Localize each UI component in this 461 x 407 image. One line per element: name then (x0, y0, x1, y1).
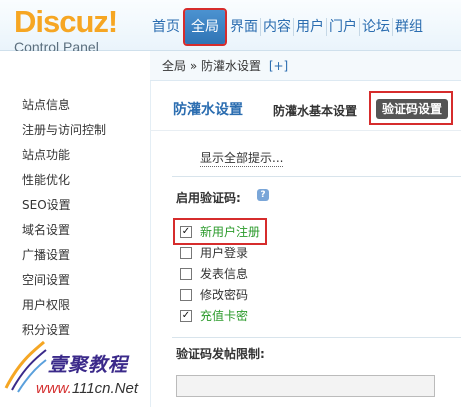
nav-users[interactable]: 用户 (294, 10, 326, 44)
header: Discuz! Control Panel 首页 全局 界面 内容 用户 门户 … (0, 0, 461, 55)
breadcrumb: 全局 » 防灌水设置 [+] (150, 51, 461, 81)
sidebar-item-performance[interactable]: 性能优化 (22, 171, 70, 188)
nav-global[interactable]: 全局 (183, 8, 227, 46)
option-change-password[interactable]: 修改密码 (180, 286, 248, 303)
top-nav: 首页 全局 界面 内容 用户 门户 论坛 群组 (150, 8, 425, 46)
checkbox-checked[interactable]: ✓ (180, 225, 192, 238)
option-label: 用户登录 (200, 246, 249, 260)
help-icon[interactable]: ? (257, 189, 269, 201)
checkbox-unchecked[interactable] (180, 267, 192, 280)
option-label: 新用户注册 (200, 225, 261, 239)
option-recharge-card[interactable]: ✓ 充值卡密 (180, 307, 248, 324)
option-new-user-registration[interactable]: ✓ 新用户注册 (180, 223, 260, 240)
nav-groups[interactable]: 群组 (393, 10, 425, 44)
discuz-logo[interactable]: Discuz! Control Panel (14, 4, 118, 55)
watermark-brand: 壹聚教程 (48, 354, 129, 376)
option-label: 修改密码 (200, 288, 249, 302)
nav-home[interactable]: 首页 (150, 10, 182, 44)
checkbox-unchecked[interactable] (180, 246, 192, 259)
captcha-post-limit-label: 验证码发帖限制: (176, 347, 265, 361)
sidebar-item-space[interactable]: 空间设置 (22, 271, 70, 288)
sidebar-item-domain[interactable]: 域名设置 (22, 221, 70, 238)
captcha-post-limit-input[interactable] (176, 375, 435, 397)
enable-captcha-label: 启用验证码: (176, 191, 241, 205)
page-title: 防灌水设置 (173, 102, 243, 118)
tab-captcha-settings[interactable]: 验证码设置 (376, 99, 448, 119)
sidebar-item-permissions[interactable]: 用户权限 (22, 296, 70, 313)
sidebar-item-site-features[interactable]: 站点功能 (22, 146, 70, 163)
logo-main: Discuz! (14, 4, 118, 39)
show-all-tips-link[interactable]: 显示全部提示... (200, 149, 284, 167)
option-post-message[interactable]: 发表信息 (180, 265, 248, 282)
divider (172, 337, 461, 338)
sidebar-item-seo[interactable]: SEO设置 (22, 196, 71, 213)
divider (150, 130, 461, 131)
option-user-login[interactable]: 用户登录 (180, 244, 248, 261)
checkbox-unchecked[interactable] (180, 288, 192, 301)
nav-content[interactable]: 内容 (261, 10, 293, 44)
breadcrumb-path: 全局 » 防灌水设置 (162, 59, 261, 73)
option-label: 充值卡密 (200, 309, 249, 323)
sidebar-item-registration[interactable]: 注册与访问控制 (22, 121, 106, 138)
watermark-site-domain: 111cn.Net (71, 380, 138, 397)
checkbox-checked[interactable]: ✓ (180, 309, 192, 322)
tab-basic-settings[interactable]: 防灌水基本设置 (273, 102, 357, 119)
nav-interface[interactable]: 界面 (228, 10, 260, 44)
breadcrumb-add-button[interactable]: [+] (269, 59, 288, 73)
sidebar-item-site-info[interactable]: 站点信息 (22, 96, 70, 113)
sidebar-item-broadcast[interactable]: 广播设置 (22, 246, 70, 263)
watermark-site: www.111cn.Net (36, 380, 138, 397)
divider (172, 176, 461, 177)
watermark-site-prefix: www. (36, 380, 72, 397)
nav-forum[interactable]: 论坛 (360, 10, 392, 44)
option-label: 发表信息 (200, 267, 249, 281)
nav-portal[interactable]: 门户 (327, 10, 359, 44)
